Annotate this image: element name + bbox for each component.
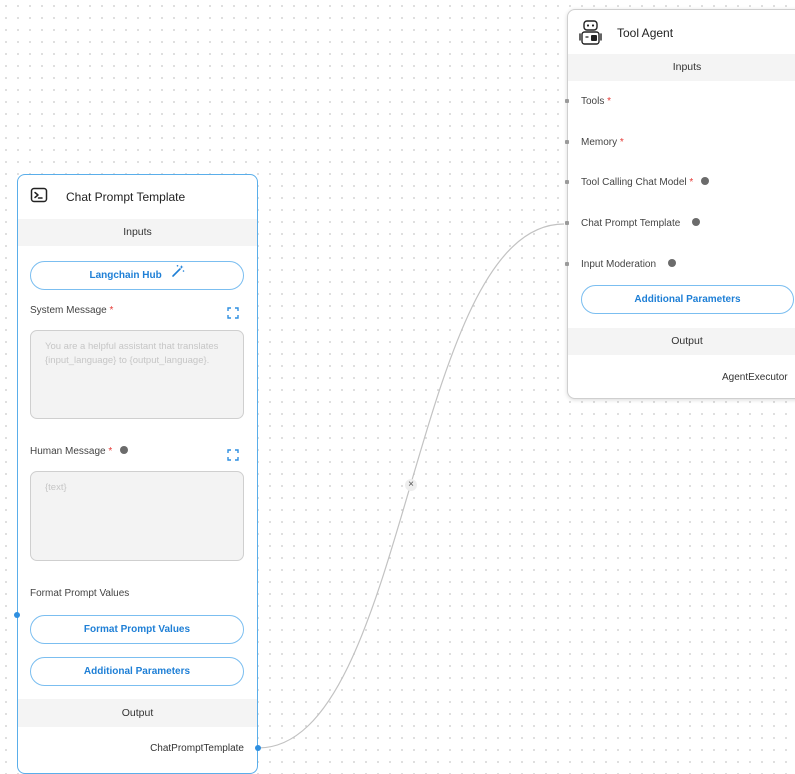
node-header: Tool Agent [568,10,795,54]
input-tools: Tools * [581,96,612,107]
langchain-hub-button[interactable]: Langchain Hub [30,261,244,290]
chat-prompt-template-node[interactable]: Chat Prompt Template Inputs Langchain Hu… [17,174,258,774]
input-handle[interactable] [14,612,20,618]
human-message-placeholder: {text} [45,482,67,493]
output-handle[interactable] [255,745,261,751]
info-icon [120,446,129,455]
node-title: Tool Agent [617,26,674,40]
human-message-textarea[interactable]: {text} [30,471,244,561]
node-title: Chat Prompt Template [66,190,186,204]
output-section-header: Output [568,328,795,355]
node-header: Chat Prompt Template [18,175,257,219]
system-message-placeholder: You are a helpful assistant that transla… [45,341,219,366]
langchain-hub-label: Langchain Hub [89,270,162,282]
input-handle[interactable] [565,180,569,184]
system-message-label: System Message * [30,305,114,316]
info-icon [701,177,710,186]
input-tool-calling-chat-model: Tool Calling Chat Model * [581,177,710,188]
info-icon [692,218,701,227]
magic-wand-icon [171,262,185,289]
format-prompt-values-button[interactable]: Format Prompt Values [30,615,244,644]
additional-parameters-button[interactable]: Additional Parameters [581,285,794,314]
terminal-prompt-icon [30,187,48,210]
human-message-label: Human Message * [30,446,129,457]
format-prompt-values-label: Format Prompt Values [30,588,130,599]
input-moderation: Input Moderation [581,259,677,270]
tool-agent-node[interactable]: Tool Agent Inputs Tools * Memory * Tool … [567,9,795,399]
edge-delete-button[interactable]: × [405,479,417,491]
close-icon: × [408,479,414,490]
info-icon [668,259,677,268]
input-memory: Memory * [581,137,624,148]
output-name: AgentExecutor [722,372,788,383]
input-handle[interactable] [565,221,569,225]
inputs-section-header: Inputs [18,219,257,246]
expand-icon[interactable] [227,448,239,466]
input-handle[interactable] [565,140,569,144]
input-handle[interactable] [565,262,569,266]
system-message-textarea[interactable]: You are a helpful assistant that transla… [30,330,244,419]
input-chat-prompt-template: Chat Prompt Template [581,218,701,229]
input-handle[interactable] [565,99,569,103]
output-name: ChatPromptTemplate [150,743,244,754]
additional-parameters-button[interactable]: Additional Parameters [30,657,244,686]
robot-icon [578,19,604,52]
inputs-section-header: Inputs [568,54,795,81]
output-section-header: Output [18,699,257,727]
expand-icon[interactable] [227,306,239,324]
